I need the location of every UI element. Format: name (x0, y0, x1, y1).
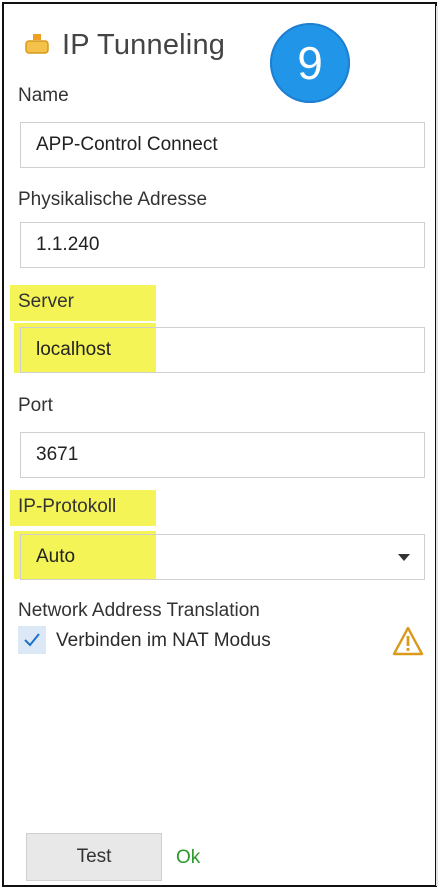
port-field[interactable]: 3671 (20, 432, 425, 478)
page-title: IP Tunneling (62, 28, 226, 61)
protocol-selected-value: Auto (36, 546, 76, 567)
protocol-label: IP-Protokoll (18, 496, 117, 517)
name-label: Name (18, 85, 69, 106)
name-field[interactable]: APP-Control Connect (20, 122, 425, 168)
port-label: Port (18, 395, 53, 416)
test-button[interactable]: Test (26, 833, 162, 881)
checkmark-icon (24, 633, 40, 647)
protocol-select[interactable]: Auto (20, 534, 425, 580)
title-row: IP Tunneling (24, 20, 225, 70)
chevron-down-icon[interactable] (398, 554, 410, 561)
server-label: Server (18, 291, 74, 312)
server-field[interactable]: localhost (20, 327, 425, 373)
scrollbar-track[interactable] (436, 6, 438, 886)
plug-icon (25, 34, 49, 54)
physical-address-label: Physikalische Adresse (18, 189, 208, 210)
warning-icon (392, 626, 424, 656)
nat-section-label: Network Address Translation (18, 600, 260, 621)
physical-address-field[interactable]: 1.1.240 (20, 222, 425, 268)
step-badge: 9 (270, 23, 350, 103)
nat-checkbox-label[interactable]: Verbinden im NAT Modus (56, 630, 271, 652)
test-status: Ok (176, 847, 201, 868)
nat-checkbox[interactable] (18, 626, 46, 654)
